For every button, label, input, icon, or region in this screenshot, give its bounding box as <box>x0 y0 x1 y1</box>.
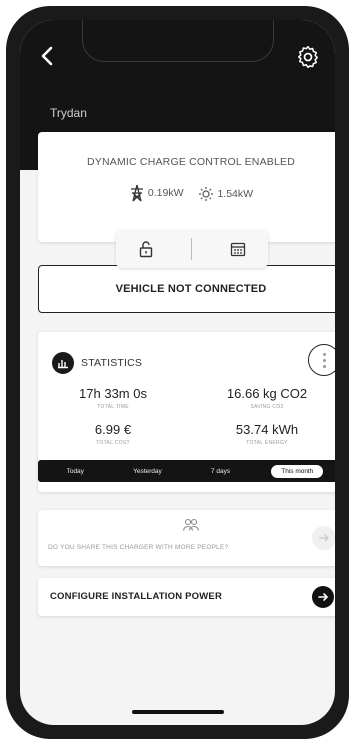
solar-power: 1.54kW <box>198 186 253 202</box>
actions-divider <box>191 238 193 260</box>
app-screen: Trydan DYNAMIC CHARGE CONTROL ENABLED 0.… <box>20 20 335 725</box>
power-readings: 0.19kW 1.54kW <box>38 184 335 205</box>
stat-total-cost: 6.99 € TOTAL COST <box>48 422 178 446</box>
configure-installation-power[interactable]: CONFIGURE INSTALLATION POWER <box>38 578 335 616</box>
share-charger-card[interactable]: DO YOU SHARE THIS CHARGER WITH MORE PEOP… <box>38 510 335 566</box>
statistics-card: STATISTICS 17h 33m 0s TOTAL TIME 16.66 k… <box>38 332 335 492</box>
phone-frame: Trydan DYNAMIC CHARGE CONTROL ENABLED 0.… <box>6 6 349 739</box>
people-icon <box>38 518 335 537</box>
period-today[interactable]: Today <box>59 465 92 478</box>
period-this-month[interactable]: This month <box>271 464 324 478</box>
configure-label: CONFIGURE INSTALLATION POWER <box>50 591 223 602</box>
stat-value: 17h 33m 0s <box>79 386 147 401</box>
stat-label: TOTAL TIME <box>97 404 129 410</box>
arrow-right-icon <box>319 534 329 542</box>
stat-label: TOTAL ENERGY <box>246 440 288 446</box>
vehicle-status: VEHICLE NOT CONNECTED <box>38 265 335 313</box>
grid-tower-icon <box>130 184 143 202</box>
statistics-header: STATISTICS <box>52 352 142 374</box>
share-question: DO YOU SHARE THIS CHARGER WITH MORE PEOP… <box>48 544 229 551</box>
schedule-button[interactable] <box>223 234 253 264</box>
vehicle-status-label: VEHICLE NOT CONNECTED <box>115 283 267 295</box>
stat-label: TOTAL COST <box>96 440 130 446</box>
gear-icon <box>298 45 318 69</box>
stat-value: 53.74 kWh <box>235 422 299 437</box>
stat-value: 6.99 € <box>94 422 132 437</box>
period-selector: Today Yesterday 7 days This month <box>38 460 335 482</box>
bar-chart-icon <box>52 352 74 374</box>
charger-actions <box>116 230 268 268</box>
stat-total-time: 17h 33m 0s TOTAL TIME <box>48 386 178 410</box>
stat-saving-co2: 16.66 kg CO2 SAVING CO2 <box>202 386 332 410</box>
lock-open-icon <box>139 241 153 258</box>
configure-arrow-button[interactable] <box>312 586 334 608</box>
statistics-title: STATISTICS <box>81 357 143 369</box>
sun-icon <box>199 187 214 201</box>
dynamic-charge-title: DYNAMIC CHARGE CONTROL ENABLED <box>86 156 296 168</box>
calendar-icon <box>230 242 245 257</box>
page-title: Trydan <box>50 106 87 120</box>
settings-button[interactable] <box>295 44 321 70</box>
stat-label: SAVING CO2 <box>250 404 284 410</box>
unlock-button[interactable] <box>131 234 161 264</box>
grid-power: 0.19kW <box>129 184 184 202</box>
more-vertical-icon[interactable] <box>308 344 335 376</box>
chevron-left-icon <box>41 46 53 66</box>
grid-power-value: 0.19kW <box>147 187 184 199</box>
back-button[interactable] <box>36 44 60 68</box>
share-next-button[interactable] <box>312 526 335 550</box>
stat-value: 16.66 kg CO2 <box>226 386 308 401</box>
phone-notch <box>82 20 274 62</box>
home-indicator <box>132 710 224 714</box>
period-yesterday[interactable]: Yesterday <box>125 465 170 478</box>
stat-total-energy: 53.74 kWh TOTAL ENERGY <box>202 422 332 446</box>
arrow-right-icon <box>318 593 329 601</box>
solar-power-value: 1.54kW <box>217 188 254 200</box>
dynamic-charge-card: DYNAMIC CHARGE CONTROL ENABLED 0.19kW 1.… <box>38 132 335 242</box>
period-7-days[interactable]: 7 days <box>203 465 238 478</box>
